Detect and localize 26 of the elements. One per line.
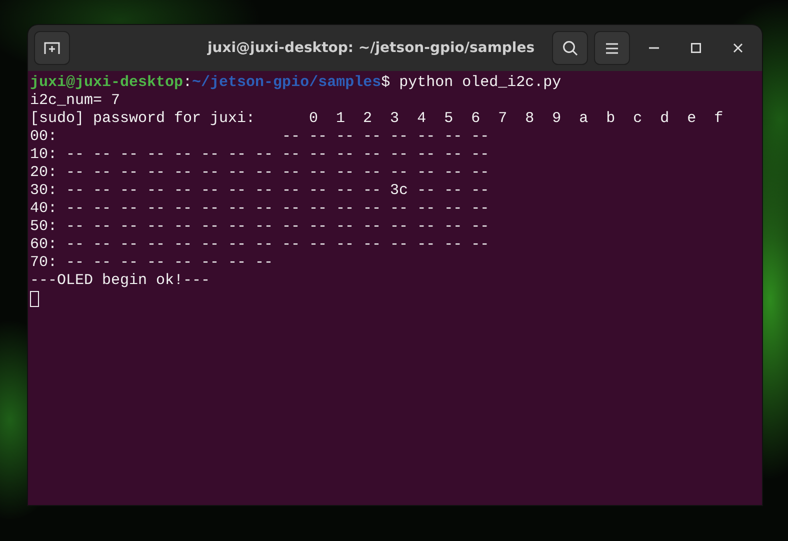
output-line: ---OLED begin ok!--- bbox=[30, 272, 210, 290]
output-line: [sudo] password for juxi: 0 1 2 3 4 5 6 7 8 9 a b c d e f bbox=[30, 110, 724, 128]
new-tab-button[interactable] bbox=[34, 31, 70, 65]
output-line: 10: -- -- -- -- -- -- -- -- -- -- -- -- -- -- -- -- bbox=[30, 146, 490, 164]
output-line: 20: -- -- -- -- -- -- -- -- -- -- -- -- -- -- -- -- bbox=[30, 164, 490, 182]
close-icon bbox=[733, 43, 743, 53]
prompt-separator: : bbox=[183, 74, 192, 92]
output-line: 00: -- -- -- -- -- -- -- -- bbox=[30, 128, 490, 146]
minimize-icon bbox=[649, 47, 659, 49]
maximize-icon bbox=[691, 43, 701, 53]
menu-button[interactable] bbox=[594, 31, 630, 65]
prompt-user-host: juxi@juxi-desktop bbox=[30, 74, 184, 92]
output-line: 40: -- -- -- -- -- -- -- -- -- -- -- -- -- -- -- -- bbox=[30, 200, 490, 218]
new-tab-icon bbox=[44, 41, 60, 55]
window-title: juxi@juxi-desktop: ~/jetson-gpio/samples bbox=[206, 40, 536, 56]
output-line: 30: -- -- -- -- -- -- -- -- -- -- -- -- 3c -- -- -- bbox=[30, 182, 490, 200]
output-line: i2c_num= 7 bbox=[30, 92, 120, 110]
search-button[interactable] bbox=[552, 31, 588, 65]
prompt-command: $ python oled_i2c.py bbox=[381, 74, 562, 92]
output-line: 50: -- -- -- -- -- -- -- -- -- -- -- -- -- -- -- -- bbox=[30, 218, 490, 236]
output-line: 60: -- -- -- -- -- -- -- -- -- -- -- -- -- -- -- -- bbox=[30, 236, 490, 254]
search-icon bbox=[562, 40, 578, 56]
prompt-path: ~/jetson-gpio/samples bbox=[192, 74, 382, 92]
menu-icon bbox=[606, 42, 618, 54]
text-cursor bbox=[30, 291, 39, 307]
output-line: 70: -- -- -- -- -- -- -- -- bbox=[30, 254, 274, 272]
